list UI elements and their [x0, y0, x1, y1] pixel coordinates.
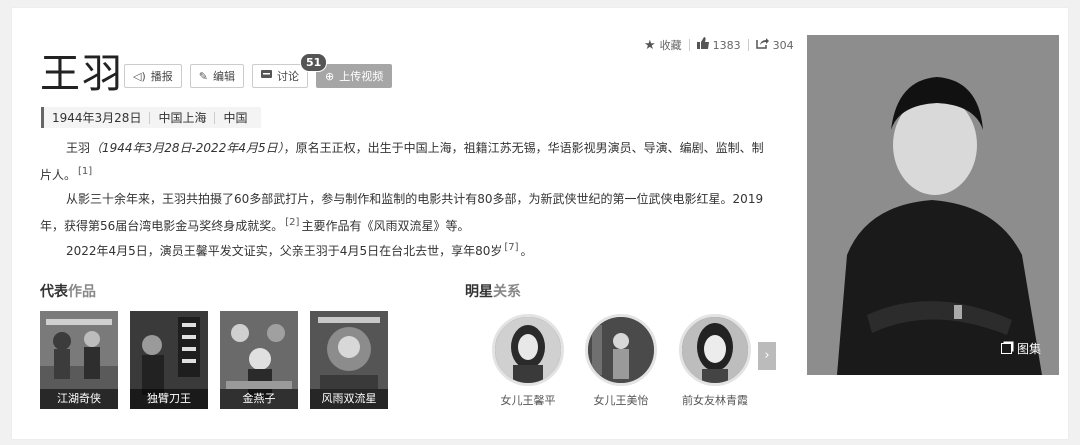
work-title: 江湖奇侠: [40, 389, 118, 409]
chevron-right-icon: ›: [764, 348, 770, 363]
favorite-label[interactable]: 收藏: [660, 37, 682, 53]
work-poster[interactable]: 风雨双流星: [310, 311, 388, 409]
discuss-button[interactable]: 讨论: [251, 64, 308, 88]
broadcast-button[interactable]: ◁) 播报: [124, 64, 182, 88]
life-dates: （1944年3月28日-2022年4月5日）: [90, 141, 284, 155]
pencil-icon: ✎: [198, 69, 208, 83]
avatar: [585, 314, 657, 386]
relations-title-a: 明星: [465, 284, 493, 300]
portrait-image[interactable]: 图集: [807, 35, 1059, 375]
gallery-icon: [1000, 343, 1012, 354]
edit-button[interactable]: ✎ 编辑: [189, 64, 244, 88]
p2-text-end: 主要作品有《风雨双流星》等。: [301, 219, 470, 233]
discuss-count-badge: 51: [300, 53, 328, 72]
work-poster[interactable]: 独臂刀王: [130, 311, 208, 409]
summary-paragraph-1: 王羽（1944年3月28日-2022年4月5日），原名王正权，出生于中国上海，祖…: [40, 136, 770, 187]
comment-icon: [260, 69, 272, 83]
nationality[interactable]: 中国: [215, 109, 255, 126]
stats-bar: ★ 收藏 1383 304: [644, 37, 794, 53]
work-title: 独臂刀王: [130, 389, 208, 409]
person-name: 王羽: [66, 141, 91, 155]
star-icon[interactable]: ★: [644, 38, 656, 53]
discuss-label: 讨论: [276, 70, 299, 83]
p3-text: 2022年4月5日，演员王馨平发文证实，父亲王羽于4月5日在台北去世，享年80岁: [66, 244, 503, 258]
work-poster[interactable]: 金燕子: [220, 311, 298, 409]
avatar: [492, 314, 564, 386]
birth-date: 1944年3月28日: [52, 111, 142, 125]
work-title: 风雨双流星: [310, 389, 388, 409]
avatar: [679, 314, 751, 386]
portrait-photo: [807, 35, 1059, 375]
upload-label: 上传视频: [339, 70, 384, 83]
speaker-icon: ◁): [133, 69, 146, 83]
shares-count[interactable]: 304: [773, 39, 794, 52]
reference-link[interactable]: [1]: [78, 166, 92, 177]
p3-end: 。: [520, 244, 533, 258]
divider: [747, 39, 749, 51]
divider: [688, 39, 690, 51]
upload-video-button[interactable]: ⊕ 上传视频: [315, 64, 393, 88]
edit-label: 编辑: [212, 70, 235, 83]
thumbs-up-icon[interactable]: [696, 37, 709, 53]
works-title-b: 作品: [68, 284, 96, 300]
work-poster[interactable]: 江湖奇侠: [40, 311, 118, 409]
works-title-a: 代表: [40, 284, 68, 300]
relation-item[interactable]: 女儿王馨平: [489, 314, 567, 408]
relation-item[interactable]: 前女友林青霞: [676, 314, 754, 408]
gallery-link[interactable]: 图集: [1000, 340, 1041, 357]
share-icon[interactable]: [755, 37, 769, 53]
summary-paragraph-2: 从影三十余年来，王羽共拍摄了60多部武打片，参与制作和监制的电影共计有80多部，…: [40, 187, 770, 238]
page-title: 王羽: [40, 51, 124, 97]
relation-item[interactable]: 女儿王美怡: [582, 314, 660, 408]
birth-place[interactable]: 中国上海: [150, 109, 214, 126]
works-section-title: 代表作品: [40, 281, 96, 301]
relations-title-b: 关系: [493, 284, 521, 300]
action-toolbar: ◁) 播报 ✎ 编辑 讨论 ⊕ 上传视频: [124, 64, 393, 88]
broadcast-label: 播报: [150, 70, 173, 83]
work-title: 金燕子: [220, 389, 298, 409]
relations-next-button[interactable]: ›: [758, 342, 776, 370]
relation-label: 女儿王馨平: [500, 394, 556, 407]
relation-label: 前女友林青霞: [682, 394, 748, 407]
summary-paragraph-3: 2022年4月5日，演员王馨平发文证实，父亲王羽于4月5日在台北去世，享年80岁…: [40, 236, 770, 263]
relations-section-title: 明星关系: [465, 281, 521, 301]
relation-label: 女儿王美怡: [593, 394, 649, 407]
person-card: ★ 收藏 1383 304 王羽 ◁) 播报 ✎ 编辑 讨论 ⊕ 上传视频 51…: [12, 8, 1068, 439]
gallery-label: 图集: [1016, 342, 1041, 356]
plus-circle-icon: ⊕: [324, 69, 335, 83]
reference-link[interactable]: [7]: [504, 242, 518, 253]
basic-info-bar: 1944年3月28日 中国上海 中国: [41, 107, 262, 128]
likes-count[interactable]: 1383: [713, 39, 741, 52]
reference-link[interactable]: [2]: [285, 217, 299, 228]
